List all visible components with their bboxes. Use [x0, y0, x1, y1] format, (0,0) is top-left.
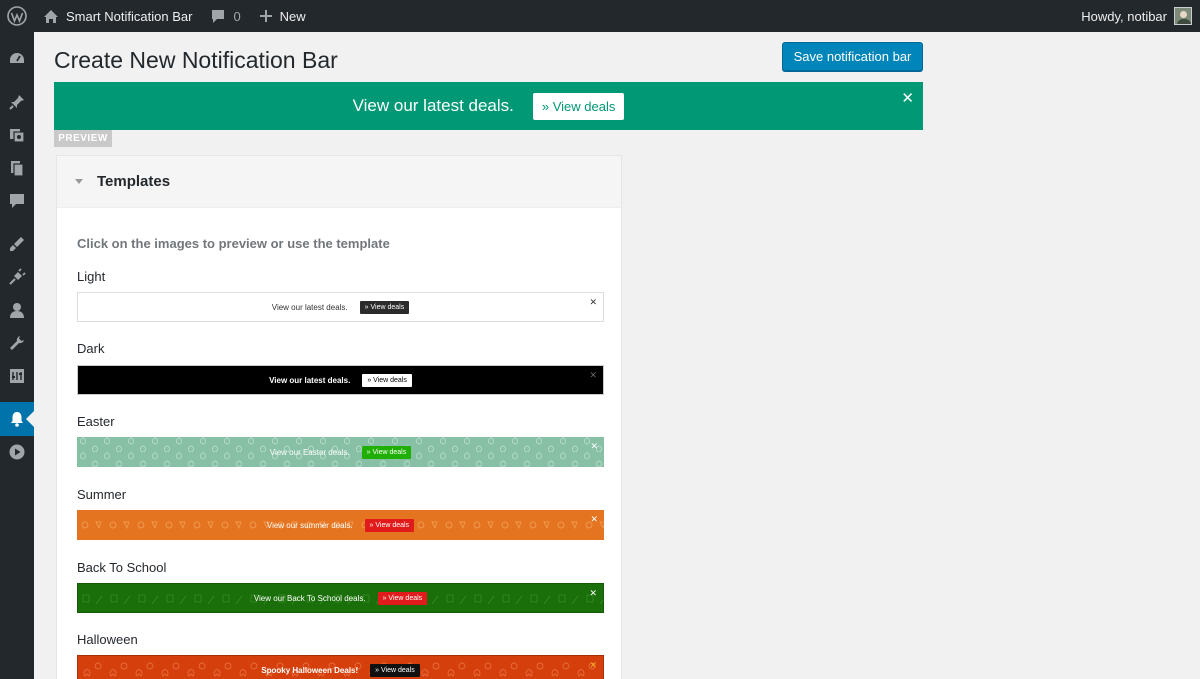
template-label-light: Light — [77, 269, 106, 284]
collapse-triangle-icon[interactable] — [73, 176, 85, 188]
template-button: » View deals — [361, 445, 412, 459]
close-icon[interactable]: ✕ — [901, 89, 914, 107]
howdy-greeting: Howdy, notibar — [1081, 8, 1167, 24]
templates-instructions: Click on the images to preview or use th… — [77, 236, 390, 251]
template-dark[interactable]: View our latest deals. » View deals ✕ — [77, 365, 604, 395]
template-label-easter: Easter — [77, 414, 115, 429]
site-name-link[interactable]: Smart Notification Bar — [34, 0, 201, 32]
play-icon[interactable] — [0, 435, 34, 469]
template-button: » View deals — [359, 300, 410, 314]
comment-icon — [212, 9, 225, 23]
template-summer[interactable]: View our summer deals. » View deals ✕ — [77, 510, 604, 540]
admin-menu — [0, 32, 34, 679]
notification-bar-preview[interactable]: View our latest deals. » View deals ✕ — [54, 82, 923, 130]
pages-icon[interactable] — [0, 151, 34, 185]
avatar — [1174, 7, 1192, 25]
template-text: View our summer deals. — [266, 520, 353, 530]
template-button: » View deals — [362, 373, 412, 387]
template-back-to-school[interactable]: View our Back To School deals. » View de… — [77, 583, 604, 613]
settings-icon[interactable] — [0, 359, 34, 393]
notification-bell-icon[interactable] — [0, 402, 34, 436]
comments-link[interactable]: 0 — [201, 0, 249, 32]
close-icon: ✕ — [590, 514, 598, 524]
dashboard-icon[interactable] — [0, 42, 34, 76]
new-content-link[interactable]: New — [250, 0, 315, 32]
plus-icon — [259, 10, 272, 22]
template-button: » View deals — [377, 591, 428, 605]
template-label-back-to-school: Back To School — [77, 560, 167, 575]
tools-icon[interactable] — [0, 326, 34, 360]
close-icon: ✕ — [589, 370, 597, 380]
template-halloween[interactable]: Spooky Halloween Deals! » View deals ✕ — [77, 655, 604, 679]
plugins-icon[interactable] — [0, 260, 34, 294]
users-icon[interactable] — [0, 293, 34, 327]
template-text: View our latest deals. — [271, 302, 348, 312]
templates-panel-header[interactable]: Templates — [57, 156, 621, 208]
preview-view-deals-button[interactable]: » View deals — [532, 92, 625, 120]
close-icon: ✕ — [589, 660, 597, 670]
save-notification-bar-button[interactable]: Save notification bar — [782, 42, 923, 71]
template-label-halloween: Halloween — [77, 632, 138, 647]
close-icon: ✕ — [589, 588, 597, 598]
template-label-summer: Summer — [77, 487, 127, 502]
admin-bar: Smart Notification Bar 0 New Howdy, noti… — [0, 0, 1200, 32]
page-title: Create New Notification Bar — [54, 47, 338, 73]
new-label: New — [279, 8, 306, 24]
home-icon — [44, 9, 58, 23]
templates-heading: Templates — [97, 173, 171, 190]
templates-panel: Templates Click on the images to preview… — [56, 155, 622, 679]
template-button: » View deals — [364, 518, 415, 532]
comments-count: 0 — [233, 8, 241, 24]
template-text: View our Easter deals. — [269, 447, 350, 457]
template-text: View our Back To School deals. — [253, 593, 366, 603]
template-light[interactable]: View our latest deals. » View deals ✕ — [77, 292, 604, 322]
wordpress-logo-icon[interactable] — [0, 0, 34, 32]
posts-icon[interactable] — [0, 85, 34, 119]
template-label-dark: Dark — [77, 341, 105, 356]
close-icon: ✕ — [589, 297, 597, 307]
account-menu[interactable]: Howdy, notibar — [1081, 7, 1200, 25]
template-easter[interactable]: View our Easter deals. » View deals ✕ — [77, 437, 604, 467]
appearance-icon[interactable] — [0, 227, 34, 261]
preview-text: View our latest deals. — [352, 96, 514, 115]
close-icon: ✕ — [590, 441, 598, 451]
comments-icon[interactable] — [0, 184, 34, 218]
site-name: Smart Notification Bar — [66, 8, 193, 24]
template-text: Spooky Halloween Deals! — [261, 665, 359, 675]
template-text: View our latest deals. — [269, 375, 351, 385]
media-icon[interactable] — [0, 118, 34, 152]
template-button: » View deals — [370, 663, 420, 677]
preview-tag: PREVIEW — [54, 130, 112, 147]
